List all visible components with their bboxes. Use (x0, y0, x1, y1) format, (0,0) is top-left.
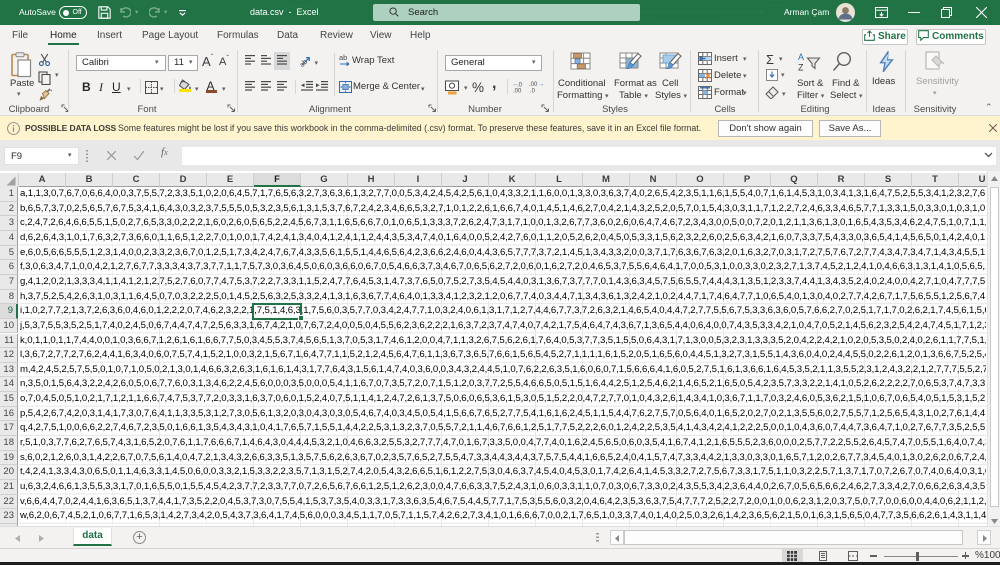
svg-text:.00: .00 (513, 89, 522, 94)
svg-text:→: → (538, 81, 544, 88)
svg-text:.0: .0 (530, 89, 536, 94)
svg-text:A: A (798, 52, 804, 62)
svg-text:Z: Z (798, 63, 804, 72)
svg-text:ab: ab (339, 53, 347, 62)
svg-text:.00: .00 (529, 82, 538, 88)
